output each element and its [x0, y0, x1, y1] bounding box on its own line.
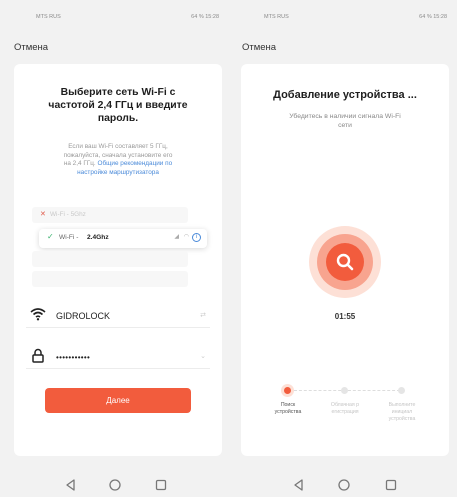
wifi-5ghz-row: ✕ Wi-Fi - 5Ghz [32, 207, 188, 223]
note-line: на 2,4 ГГц. Общие рекомендации по [14, 160, 222, 169]
show-password-icon[interactable]: ⌄ [200, 352, 206, 360]
step-label-line: устройства [388, 416, 416, 422]
step-dot-active [281, 384, 294, 397]
device-adding-screen: MTS RUS 64 % 15:28 Отмена Добавление уст… [228, 0, 457, 497]
title-line: Выберите сеть Wi-Fi с [60, 87, 176, 98]
ssid-field[interactable]: GIDROLOCK ⇄ [26, 304, 210, 328]
checkmark-icon: ✓ [47, 232, 54, 241]
search-button-circle [326, 243, 364, 281]
battery-time-text: 64 % 15:28 [191, 14, 219, 20]
wifi-5ghz-label: Wi-Fi - 5Ghz [50, 211, 86, 218]
battery-time-text: 64 % 15:28 [419, 14, 447, 20]
title-line: пароль. [97, 113, 139, 124]
note-text: на 2,4 ГГц. [63, 160, 96, 168]
next-button[interactable]: Далее [45, 388, 191, 413]
back-triangle-icon[interactable] [292, 478, 306, 492]
wifi-icon [30, 307, 46, 326]
step-label-line: Выполните [388, 402, 416, 408]
title-line: частотой 2,4 ГГц и введите [48, 100, 188, 111]
step-label-cloud: Облачная р егистрация [322, 402, 368, 416]
subtitle-line: Убедитесь в наличии сигнала Wi-Fi [289, 113, 401, 120]
note-line: пожалуйста, сначала установите его [63, 151, 173, 159]
search-icon [335, 252, 355, 277]
ssid-value: GIDROLOCK [56, 311, 111, 321]
status-bar: MTS RUS 64 % 15:28 [0, 14, 229, 24]
switch-network-icon[interactable]: ⇄ [200, 311, 206, 319]
step-dot [398, 387, 405, 394]
progress-steps: Поиск устройства Облачная р егистрация В… [241, 382, 449, 442]
status-bar: MTS RUS 64 % 15:28 [228, 14, 457, 24]
page-title: Выберите сеть Wi-Fi с частотой 2,4 ГГц и… [14, 86, 222, 125]
system-nav-bar [0, 478, 229, 492]
page-title: Добавление устройства ... [273, 89, 417, 101]
home-circle-icon[interactable] [108, 478, 122, 492]
searching-indicator [309, 226, 381, 298]
wifi-small-icon: ◠ [183, 234, 189, 240]
carrier-text: MTS RUS [36, 14, 61, 20]
wifi-placeholder-row [32, 271, 188, 287]
router-guide-link[interactable]: Общие рекомендации по [98, 160, 173, 167]
info-icon: i [192, 233, 201, 242]
step-label-line: устройства [274, 409, 302, 415]
cancel-button[interactable]: Отмена [14, 42, 48, 53]
system-nav-bar [228, 478, 457, 492]
step-label-search: Поиск устройства [265, 402, 311, 416]
step-dot [341, 387, 348, 394]
step-label-line: Облачная р [330, 402, 360, 408]
password-value: ••••••••••• [56, 353, 91, 362]
recent-square-icon[interactable] [154, 478, 168, 492]
back-triangle-icon[interactable] [64, 478, 78, 492]
password-field[interactable]: ••••••••••• ⌄ [26, 345, 210, 369]
progress-card: Добавление устройства ... Убедитесь в на… [241, 64, 449, 456]
wifi-24ghz-row: ✓ Wi-Fi - 2.4Ghz ◢ ◠ i [39, 229, 207, 248]
step-label-line: егистрация [331, 409, 359, 415]
step-label-line: Поиск [280, 402, 296, 408]
cross-icon: ✕ [40, 211, 46, 218]
lock-small-icon: ◢ [174, 234, 179, 240]
frequency-note: Если ваш Wi-Fi составляет 5 ГГц, пожалуй… [14, 143, 222, 177]
carrier-text: MTS RUS [264, 14, 289, 20]
lock-icon [32, 348, 44, 368]
subtitle-line: сети [338, 122, 352, 129]
wifi-24ghz-prefix: Wi-Fi - [59, 234, 79, 241]
countdown-timer: 01:55 [334, 312, 356, 321]
wifi-setup-screen: MTS RUS 64 % 15:28 Отмена Выберите сеть … [0, 0, 229, 497]
home-circle-icon[interactable] [337, 478, 351, 492]
cancel-button[interactable]: Отмена [242, 42, 276, 53]
router-guide-link-continued[interactable]: настройке маршрутизатора [77, 169, 159, 176]
note-line: Если ваш Wi-Fi составляет 5 ГГц, [68, 143, 168, 150]
wifi-24ghz-band: 2.4Ghz [87, 234, 109, 241]
recent-square-icon[interactable] [384, 478, 398, 492]
step-label-line: инициал [391, 409, 413, 415]
subtitle: Убедитесь в наличии сигнала Wi-Fi сети [241, 112, 449, 130]
step-label-init: Выполните инициал устройства [379, 402, 425, 423]
wifi-placeholder-row [32, 251, 188, 267]
